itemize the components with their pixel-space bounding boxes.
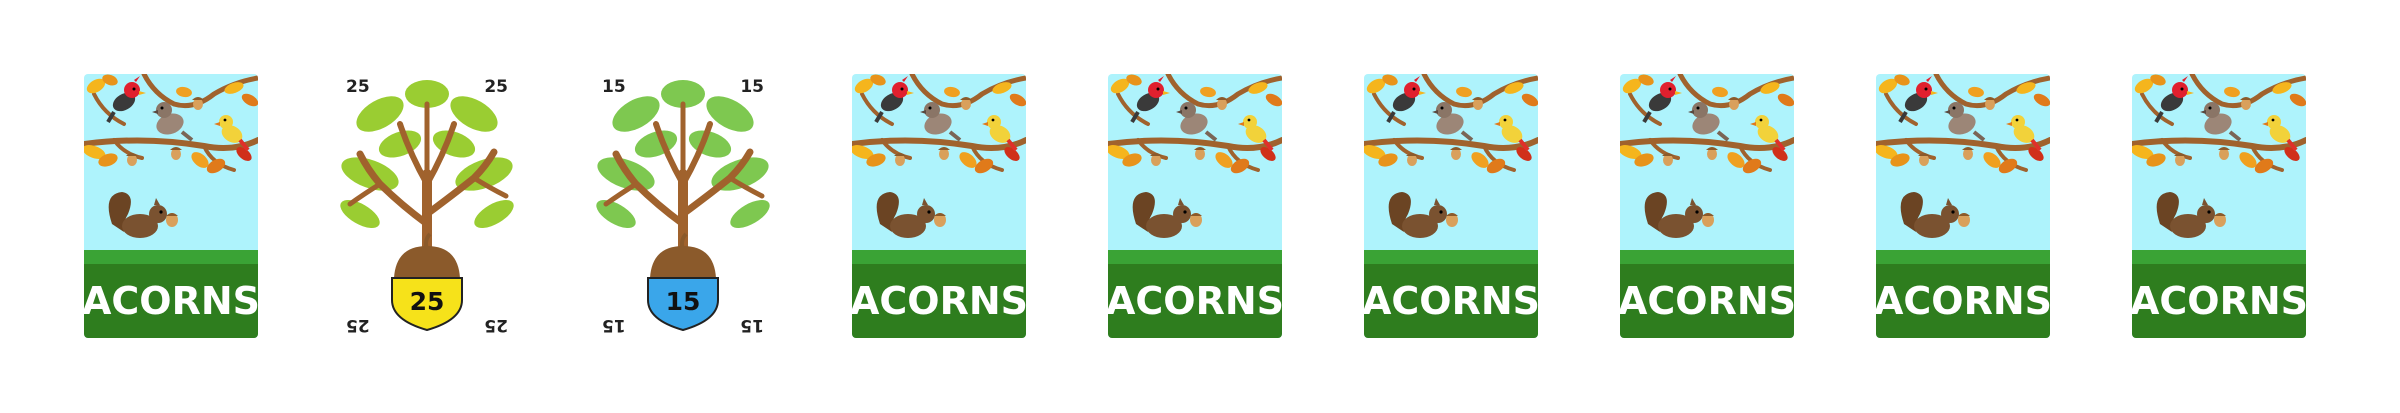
corner-value-bottom-right: 25: [484, 315, 508, 335]
card-value-art: 15 15 15 15 15: [596, 74, 770, 338]
corner-value-bottom-left: 25: [346, 315, 370, 335]
card-back-art: ACORNS: [2132, 74, 2306, 338]
corner-value-top-left: 25: [346, 77, 370, 97]
card-value[interactable]: 25 25 25 25 25: [340, 74, 514, 338]
card-title: ACORNS: [1108, 279, 1282, 323]
card-back-art: ACORNS: [852, 74, 1026, 338]
corner-value-top-right: 15: [740, 77, 764, 97]
card-back[interactable]: ACORNS: [1620, 74, 1794, 338]
corner-value-top-left: 15: [602, 77, 626, 97]
grass-strip: [1876, 250, 2050, 264]
card-back[interactable]: ACORNS: [852, 74, 1026, 338]
card-back-art: ACORNS: [1620, 74, 1794, 338]
grass-strip: [1620, 250, 1794, 264]
card-back-art: ACORNS: [1108, 74, 1282, 338]
card-value-number: 15: [666, 287, 701, 316]
corner-value-top-right: 25: [484, 77, 508, 97]
grass-strip: [852, 250, 1026, 264]
card-title: ACORNS: [1364, 279, 1538, 323]
card-back-art: ACORNS: [84, 74, 258, 338]
grass-strip: [1364, 250, 1538, 264]
card-back[interactable]: ACORNS: [2132, 74, 2306, 338]
card-value-art: 25 25 25 25 25: [340, 74, 514, 338]
card-value[interactable]: 15 15 15 15 15: [596, 74, 770, 338]
grass-strip: [84, 250, 258, 264]
card-back[interactable]: ACORNS: [1108, 74, 1282, 338]
card-title: ACORNS: [84, 279, 258, 323]
card-title: ACORNS: [852, 279, 1026, 323]
corner-value-bottom-right: 15: [740, 315, 764, 335]
card-back[interactable]: ACORNS: [1876, 74, 2050, 338]
card-value-number: 25: [410, 287, 445, 316]
grass-strip: [1108, 250, 1282, 264]
card-title: ACORNS: [1876, 279, 2050, 323]
grass-strip: [2132, 250, 2306, 264]
corner-value-bottom-left: 15: [602, 315, 626, 335]
card-back-art: ACORNS: [1876, 74, 2050, 338]
card-back-art: ACORNS: [1364, 74, 1538, 338]
card-title: ACORNS: [2132, 279, 2306, 323]
card-title: ACORNS: [1620, 279, 1794, 323]
card-back[interactable]: ACORNS: [1364, 74, 1538, 338]
card-back[interactable]: ACORNS: [84, 74, 258, 338]
